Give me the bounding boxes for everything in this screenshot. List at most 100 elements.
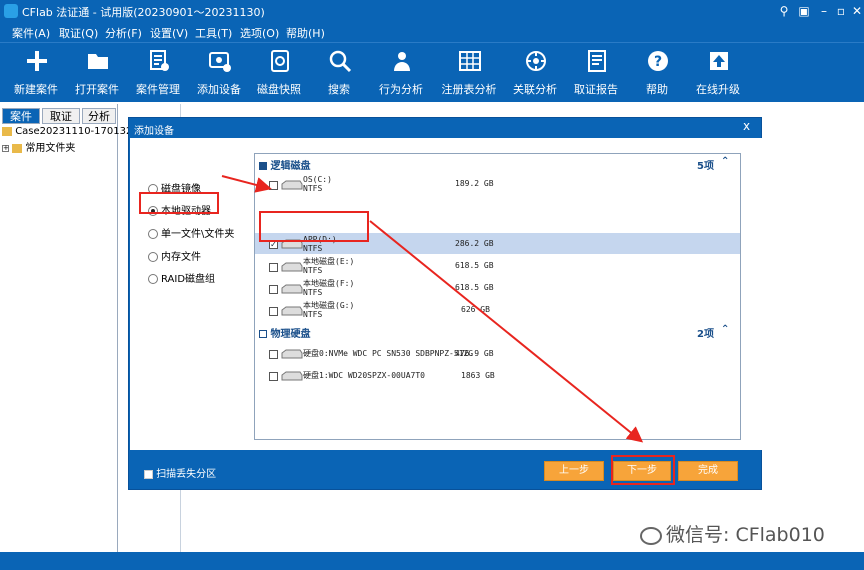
case-manage-button[interactable]: 案件管理 (125, 47, 191, 101)
registry-analysis-button[interactable]: 注册表分析 (436, 47, 502, 101)
physical-group-header[interactable]: 物理硬盘 (259, 325, 310, 340)
window-title: CFlab 法证通 - 试用版(20230901～20231130) (22, 6, 265, 19)
device-name: 本地磁盘(E:) (303, 257, 355, 266)
scan-lost-partitions[interactable]: 扫描丢失分区 (144, 465, 216, 480)
watermark-text: 微信号: CFlab010 (666, 524, 825, 546)
device-row[interactable]: 本地磁盘(F:) NTFS 618.5 GB (255, 277, 740, 299)
device-row[interactable]: 本地磁盘(E:) NTFS 618.5 GB (255, 255, 740, 277)
device-checkbox[interactable] (269, 181, 278, 190)
device-size: 286.2 GB (455, 239, 494, 248)
menu-help[interactable]: 帮助(H) (286, 25, 325, 41)
registry-analysis-label: 注册表分析 (441, 83, 497, 96)
collapse-icon[interactable]: ⌃ (721, 324, 729, 335)
new-case-label: 新建案件 (14, 83, 58, 96)
device-checkbox[interactable] (269, 307, 278, 316)
device-row[interactable]: OS(C:) NTFS 189.2 GB (255, 173, 740, 195)
help-button[interactable]: ? 帮助 (624, 47, 690, 101)
source-memory-file[interactable]: 内存文件 (148, 248, 201, 263)
folder-icon (12, 143, 23, 153)
physical-count: 2项 (697, 329, 714, 340)
correlation-analysis-button[interactable]: 关联分析 (502, 47, 568, 101)
left-panel: 案件 取证 分析 Case20231110-170132 + 常用文件夹 (0, 104, 132, 552)
group-check-icon[interactable] (259, 330, 267, 338)
device-checkbox[interactable] (269, 263, 278, 272)
next-button[interactable]: 下一步 (613, 461, 671, 481)
new-case-button[interactable]: 新建案件 (3, 47, 69, 101)
device-checkbox[interactable] (269, 350, 278, 359)
device-fs: NTFS (303, 184, 323, 193)
device-row-selected[interactable]: ✓ APP(D:) NTFS 286.2 GB (255, 233, 740, 254)
online-upgrade-button[interactable]: 在线升级 (685, 47, 751, 101)
logical-group-title: 逻辑磁盘 (270, 161, 311, 172)
device-fs: NTFS (303, 288, 323, 297)
close-button[interactable]: ✕ (848, 2, 864, 20)
device-size: 618.5 GB (455, 261, 494, 270)
open-case-label: 打开案件 (75, 83, 119, 96)
menu-icon[interactable]: ▣ (795, 2, 813, 20)
device-list: 逻辑磁盘 5项 ⌃ OS(C:) NTFS 189.2 GB ✓ APP(D:)… (254, 153, 741, 440)
drive-icon (281, 371, 303, 381)
source-raid[interactable]: RAID磁盘组 (148, 270, 215, 285)
disk-name: 硬盘1:WDC WD20SPZX-00UA7T0 (303, 371, 425, 380)
tab-analyze[interactable]: 分析 (82, 108, 116, 124)
menu-settings[interactable]: 设置(V) (150, 25, 188, 41)
open-case-button[interactable]: 打开案件 (64, 47, 130, 101)
disk-snapshot-icon (271, 50, 289, 72)
collapse-icon[interactable]: ⌃ (721, 156, 729, 167)
source-disk-image[interactable]: 磁盘镜像 (148, 180, 201, 195)
expand-icon[interactable]: + (2, 144, 9, 152)
radio-selected-icon (148, 206, 158, 216)
scan-checkbox[interactable] (144, 469, 153, 479)
disk-row[interactable]: 硬盘0:NVMe WDC PC SN530 SDBPNPZ-512G 476.9… (255, 343, 740, 365)
group-check-icon[interactable] (259, 162, 267, 170)
search-icon (329, 50, 352, 73)
device-checkbox[interactable] (269, 372, 278, 381)
tree-common-folders-label: 常用文件夹 (25, 143, 76, 154)
report-button[interactable]: 取证报告 (563, 47, 629, 101)
device-name: APP(D:) (303, 235, 337, 244)
source-label: 内存文件 (161, 252, 201, 263)
behavior-analysis-label: 行为分析 (379, 83, 423, 96)
device-fs: NTFS (303, 310, 323, 319)
radio-icon (148, 274, 158, 284)
menu-acquire[interactable]: 取证(Q) (59, 25, 98, 41)
pin-icon[interactable]: ⚲ (775, 2, 793, 20)
device-name: OS(C:) (303, 175, 332, 184)
radio-icon (148, 184, 158, 194)
upgrade-icon (710, 52, 728, 70)
menu-tools[interactable]: 工具(T) (195, 25, 232, 41)
search-button[interactable]: 搜索 (306, 47, 372, 101)
physical-group-title: 物理硬盘 (270, 329, 311, 340)
behavior-icon (394, 52, 410, 71)
menu-options[interactable]: 选项(O) (240, 25, 279, 41)
tree-item-common-folders[interactable]: + 常用文件夹 (2, 139, 75, 154)
menu-case[interactable]: 案件(A) (12, 25, 50, 41)
online-upgrade-label: 在线升级 (696, 83, 740, 96)
prev-button[interactable]: 上一步 (544, 461, 604, 481)
device-row[interactable]: 本地磁盘(G:) NTFS 626 GB (255, 299, 740, 321)
scan-lost-label: 扫描丢失分区 (156, 469, 217, 480)
device-size: 626 GB (461, 305, 490, 314)
dialog-close-button[interactable]: x (743, 119, 750, 133)
disk-row[interactable]: 硬盘1:WDC WD20SPZX-00UA7T0 1863 GB (255, 365, 740, 387)
disk-size: 1863 GB (461, 371, 495, 380)
disk-snapshot-button[interactable]: 磁盘快照 (246, 47, 312, 101)
tab-case[interactable]: 案件 (2, 108, 40, 124)
drive-icon (281, 262, 303, 272)
tree-case-label: Case20231110-170132 (15, 126, 133, 137)
menu-analyze[interactable]: 分析(F) (105, 25, 142, 41)
behavior-analysis-button[interactable]: 行为分析 (368, 47, 434, 101)
logical-group-header[interactable]: 逻辑磁盘 (259, 157, 310, 172)
tab-acquire[interactable]: 取证 (42, 108, 80, 124)
device-name: 本地磁盘(F:) (303, 279, 355, 288)
source-local-drive[interactable]: 本地驱动器 (148, 202, 211, 217)
help-label: 帮助 (646, 83, 668, 96)
source-single-file[interactable]: 单一文件\文件夹 (148, 225, 234, 240)
tree-item-case[interactable]: Case20231110-170132 (2, 126, 132, 137)
add-device-button[interactable]: 添加设备 (186, 47, 252, 101)
minimize-button[interactable]: – (815, 2, 833, 20)
device-fs: NTFS (303, 244, 323, 253)
finish-button[interactable]: 完成 (678, 461, 738, 481)
device-checkbox[interactable] (269, 285, 278, 294)
device-checkbox-checked[interactable]: ✓ (269, 240, 278, 249)
